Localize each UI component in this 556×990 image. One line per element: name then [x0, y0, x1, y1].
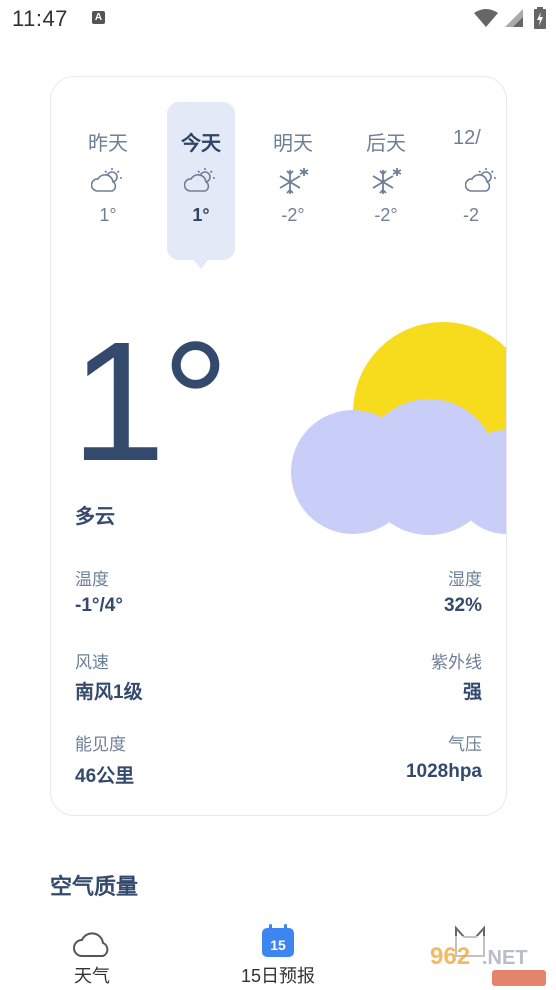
- visibility-value: 46公里: [75, 766, 135, 787]
- snow-icon: [351, 161, 421, 201]
- cloud-icon: [32, 920, 152, 958]
- cloudy-sun-illustration: [291, 322, 506, 535]
- visibility-label: 能见度: [75, 735, 126, 754]
- day-temp: -2°: [281, 205, 305, 225]
- uv-label: 紫外线: [431, 653, 482, 672]
- air-quality-title: 空气质量: [50, 874, 139, 899]
- cloudy-sun-icon: [453, 161, 506, 201]
- wifi-icon: [474, 9, 498, 27]
- status-time: 11:47: [12, 6, 68, 31]
- day-after-tomorrow[interactable]: 后天 -2°: [351, 127, 421, 226]
- current-condition: 多云: [75, 506, 115, 528]
- wind-value: 南风1级: [75, 682, 143, 703]
- day-label: 昨天: [88, 133, 128, 155]
- watermark-logo: 962 .NET: [418, 936, 548, 988]
- day-temp: 1°: [99, 205, 117, 225]
- day-label: 明天: [273, 133, 313, 155]
- svg-text:962: 962: [430, 943, 470, 970]
- humidity-value: 32%: [443, 595, 482, 616]
- nav-label: 天气: [74, 966, 110, 986]
- snow-icon: [258, 161, 328, 201]
- pressure-value: 1028hpa: [405, 761, 482, 782]
- humidity-label: 湿度: [448, 570, 482, 589]
- pressure-label: 气压: [448, 735, 482, 754]
- cloudy-sun-icon: [166, 161, 236, 201]
- svg-text:.NET: .NET: [482, 947, 528, 969]
- day-label: 后天: [366, 133, 406, 155]
- temperature-label: 温度: [75, 570, 109, 589]
- nav-label: 15日预报: [240, 966, 316, 986]
- day-yesterday[interactable]: 昨天 1°: [73, 127, 143, 226]
- signal-icon: [505, 9, 523, 27]
- temperature-value: -1°/4°: [75, 595, 123, 616]
- current-temperature: 1°: [71, 307, 230, 497]
- cloudy-sun-icon: [73, 161, 143, 201]
- nav-weather[interactable]: 天气: [32, 920, 152, 988]
- forecast-day-strip[interactable]: 昨天 1° 今天 1° 明天 -2° 后天 -2° 12/ -2: [51, 77, 506, 277]
- day-temp: -2: [463, 205, 480, 225]
- nav-15-day-forecast[interactable]: 15 15日预报: [218, 920, 338, 988]
- day-label: 12/: [453, 127, 481, 149]
- calendar-badge: 15: [270, 937, 286, 953]
- status-bar: 11:47 A: [0, 0, 556, 36]
- day-tomorrow[interactable]: 明天 -2°: [258, 127, 328, 226]
- day-temp: -2°: [374, 205, 398, 225]
- day-temp: 1°: [192, 205, 210, 225]
- battery-icon: [534, 7, 546, 29]
- calendar-icon: 15: [218, 920, 338, 958]
- day-label: 今天: [181, 133, 221, 155]
- notification-icon: A: [92, 11, 105, 24]
- uv-value: 强: [462, 682, 482, 703]
- weather-card: 昨天 1° 今天 1° 明天 -2° 后天 -2° 12/ -2 1° 多云 温…: [50, 76, 507, 816]
- day-today[interactable]: 今天 1°: [166, 127, 236, 226]
- wind-label: 风速: [75, 653, 109, 672]
- day-future[interactable]: 12/ -2: [443, 127, 506, 226]
